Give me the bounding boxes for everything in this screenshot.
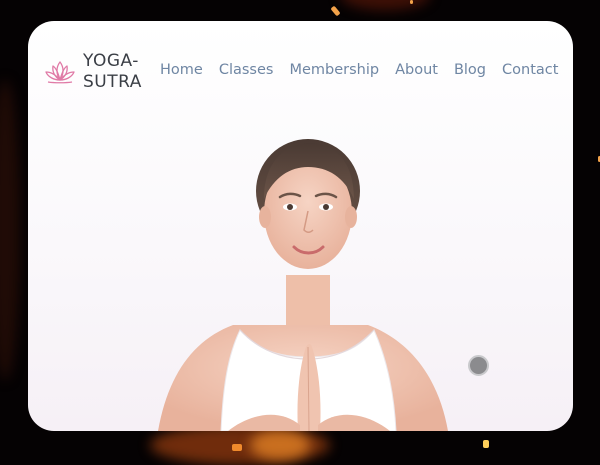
site-header: YOGA- SUTRA Home Classes Membership Abou… (28, 21, 573, 125)
hero-image (158, 139, 448, 431)
nav-home[interactable]: Home (160, 62, 203, 78)
lotus-icon (45, 61, 75, 84)
nav-classes[interactable]: Classes (219, 62, 274, 78)
nav-contact[interactable]: Contact (502, 62, 558, 78)
nav-blog[interactable]: Blog (454, 62, 486, 78)
nav-about[interactable]: About (395, 62, 438, 78)
main-nav: Home Classes Membership About Blog Conta… (160, 62, 558, 78)
website-preview-card: YOGA- SUTRA Home Classes Membership Abou… (28, 21, 573, 431)
nav-membership[interactable]: Membership (289, 62, 379, 78)
brand-line-1: YOGA- (83, 51, 139, 71)
brand-line-2: SUTRA (83, 72, 142, 92)
brand-logo[interactable]: YOGA- SUTRA (43, 51, 142, 93)
slider-dot-icon[interactable] (468, 355, 489, 376)
brand-name: YOGA- SUTRA (83, 51, 142, 93)
